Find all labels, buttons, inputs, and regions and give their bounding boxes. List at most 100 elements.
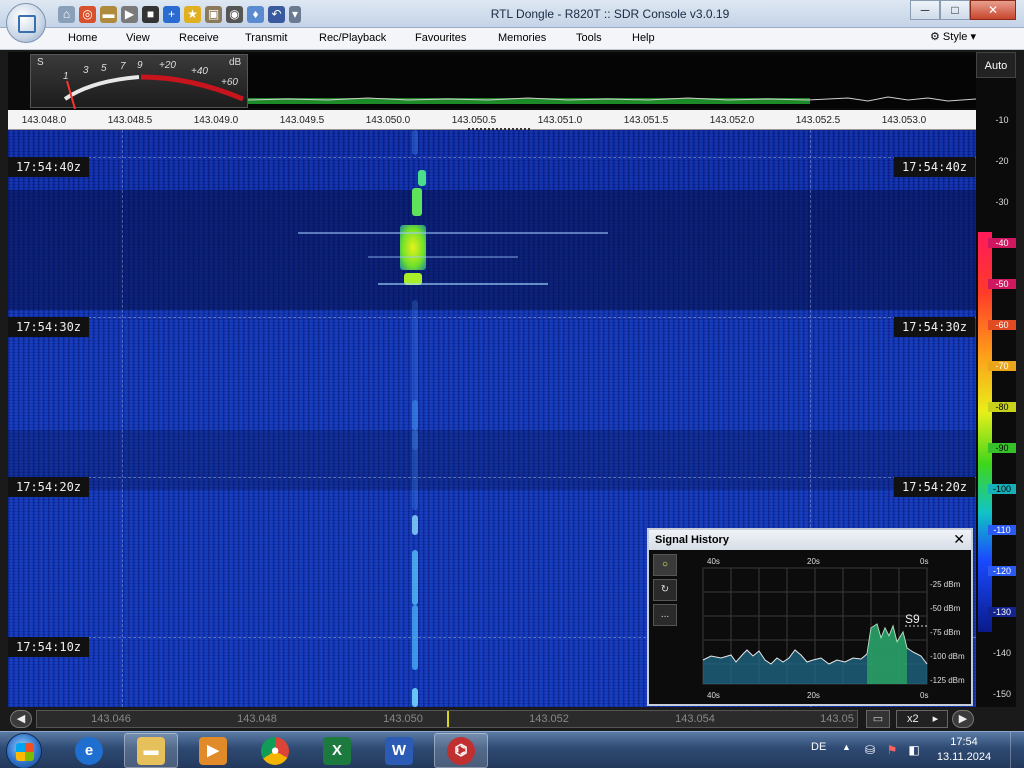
waterfall-gridline xyxy=(8,317,976,318)
timeline-label: 143.052 xyxy=(529,713,569,725)
network-error-icon[interactable]: ⚑ xyxy=(884,742,900,758)
scroll-right-button[interactable]: ▶ xyxy=(952,710,974,728)
dbm-label: -25 dBm xyxy=(930,580,961,589)
folder-icon: ▬ xyxy=(137,736,165,765)
word-taskbar-button[interactable]: W xyxy=(372,733,426,768)
sig-top-axis-label: 20s xyxy=(807,557,820,566)
camera-icon[interactable]: ◉ xyxy=(226,6,243,23)
tray-expand-icon[interactable]: ▲ xyxy=(842,742,851,752)
freq-tick: 143.052.5 xyxy=(795,115,841,126)
chrome-taskbar-button[interactable]: ● xyxy=(248,733,302,768)
media-player-icon: ▶ xyxy=(199,736,227,765)
signal-trace xyxy=(412,515,418,535)
pan-icon[interactable]: ▭ xyxy=(866,710,890,728)
color-scale-label: -10 xyxy=(995,115,1009,125)
color-scale-label: -80 xyxy=(988,402,1016,412)
time-label-right: 17:54:20z xyxy=(894,477,976,497)
volume-icon[interactable]: ◧ xyxy=(906,742,922,758)
menu-memories[interactable]: Memories xyxy=(498,32,546,44)
add-icon[interactable]: + xyxy=(163,6,180,23)
color-scale-label: -70 xyxy=(988,361,1016,371)
excel-icon: X xyxy=(323,736,351,765)
close-button[interactable]: ✕ xyxy=(970,0,1016,20)
sig-top-axis-label: 40s xyxy=(707,557,720,566)
reset-button[interactable]: ↻ xyxy=(653,579,677,601)
freq-tick: 143.048.0 xyxy=(21,115,67,126)
menu-view[interactable]: View xyxy=(126,32,150,44)
timeline-label: 143.050 xyxy=(383,713,423,725)
keyboard-language[interactable]: DE xyxy=(811,741,826,753)
timeline-bar: ◀ 143.046 143.048 143.050 143.052 143.05… xyxy=(0,707,1024,731)
interference-line xyxy=(298,232,608,234)
record-toggle-button[interactable]: ○ xyxy=(653,554,677,576)
style-label: Style xyxy=(942,31,968,43)
menu-help[interactable]: Help xyxy=(632,32,655,44)
sdr-console-taskbar-button[interactable]: ⌬ xyxy=(434,733,488,768)
freq-tick: 143.052.0 xyxy=(709,115,755,126)
dbm-label: -125 dBm xyxy=(930,676,965,685)
menu-home[interactable]: Home xyxy=(68,32,97,44)
color-scale-label: -40 xyxy=(988,238,1016,248)
signal-history-header[interactable]: Signal History ✕ xyxy=(649,530,971,550)
timeline-cursor[interactable] xyxy=(447,711,449,727)
freq-tick: 143.050.5 xyxy=(451,115,497,126)
scroll-left-button[interactable]: ◀ xyxy=(10,710,32,728)
internet-explorer-taskbar-button[interactable]: e xyxy=(62,733,116,768)
frequency-scale[interactable]: 143.048.0 143.048.5 143.049.0 143.049.5 … xyxy=(8,110,976,130)
more-options-button[interactable]: ... xyxy=(653,604,677,626)
folder-icon[interactable]: ▬ xyxy=(100,6,117,23)
start-button[interactable] xyxy=(6,733,42,768)
auto-button[interactable]: Auto xyxy=(976,52,1016,78)
usb-device-icon[interactable]: ⛁ xyxy=(862,742,878,758)
show-desktop-button[interactable] xyxy=(1010,732,1024,768)
home-icon[interactable]: ⌂ xyxy=(58,6,75,23)
menu-receive[interactable]: Receive xyxy=(179,32,219,44)
undo-icon[interactable]: ↶ xyxy=(268,6,285,23)
color-scale-label: -100 xyxy=(988,484,1016,494)
freq-tick: 143.050.0 xyxy=(365,115,411,126)
style-gear-icon: ⚙ xyxy=(930,31,943,43)
sig-bottom-axis-label: 0s xyxy=(920,691,928,700)
system-clock[interactable]: 17:54 13.11.2024 xyxy=(936,735,992,765)
signal-trace xyxy=(412,688,418,707)
spectrum-display[interactable] xyxy=(248,54,976,108)
star-icon[interactable]: ★ xyxy=(184,6,201,23)
drop-icon[interactable]: ♦ xyxy=(247,6,264,23)
color-scale-label: -120 xyxy=(988,566,1016,576)
menu-tools[interactable]: Tools xyxy=(576,32,602,44)
signal-trace xyxy=(412,400,418,430)
freq-tick: 143.051.5 xyxy=(623,115,669,126)
waterfall-dark-band xyxy=(8,190,976,310)
color-scale[interactable]: -10 -20 -30 -40 -50 -60 -70 -80 -90 -100… xyxy=(976,78,1016,728)
color-scale-label: -30 xyxy=(995,197,1009,207)
s9-marker: S9 xyxy=(905,612,920,626)
signal-history-close-button[interactable]: ✕ xyxy=(953,531,965,548)
quick-access-toolbar: ⌂ ◎ ▬ ▶ ■ + ★ ▣ ◉ ♦ ↶ ▾ xyxy=(58,6,301,23)
window-title: RTL Dongle - R820T :: SDR Console v3.0.1… xyxy=(490,7,730,21)
signal-trace xyxy=(418,170,426,186)
signal-trace xyxy=(412,550,418,605)
color-scale-label: -140 xyxy=(992,648,1011,658)
taskbar: e ▬ ▶ ● X W ⌬ DE ▲ ⛁ ⚑ ◧ 17:54 13.11.202… xyxy=(0,731,1024,768)
explorer-taskbar-button[interactable]: ▬ xyxy=(124,733,178,768)
stop-icon[interactable]: ■ xyxy=(142,6,159,23)
clock-time: 17:54 xyxy=(950,736,978,748)
excel-taskbar-button[interactable]: X xyxy=(310,733,364,768)
menu-favourites[interactable]: Favourites xyxy=(415,32,466,44)
timeline-track[interactable]: 143.046 143.048 143.050 143.052 143.054 … xyxy=(36,710,858,728)
menu-rec-playback[interactable]: Rec/Playback xyxy=(319,32,386,44)
word-icon: W xyxy=(385,736,413,765)
app-menu-button[interactable] xyxy=(6,3,46,43)
menu-bar: Home View Receive Transmit Rec/Playback … xyxy=(0,28,1024,50)
zoom-button[interactable]: x2 ▸ xyxy=(896,710,948,728)
customize-chevron-icon[interactable]: ▾ xyxy=(289,6,301,23)
menu-transmit[interactable]: Transmit xyxy=(245,32,287,44)
minimize-button[interactable]: ─ xyxy=(910,0,940,20)
play-icon[interactable]: ▶ xyxy=(121,6,138,23)
style-menu[interactable]: ⚙ Style ▾ xyxy=(930,30,976,43)
color-scale-label: -150 xyxy=(992,689,1011,699)
lifebuoy-icon[interactable]: ◎ xyxy=(79,6,96,23)
maximize-button[interactable]: □ xyxy=(940,0,970,20)
media-player-taskbar-button[interactable]: ▶ xyxy=(186,733,240,768)
lock-icon[interactable]: ▣ xyxy=(205,6,222,23)
